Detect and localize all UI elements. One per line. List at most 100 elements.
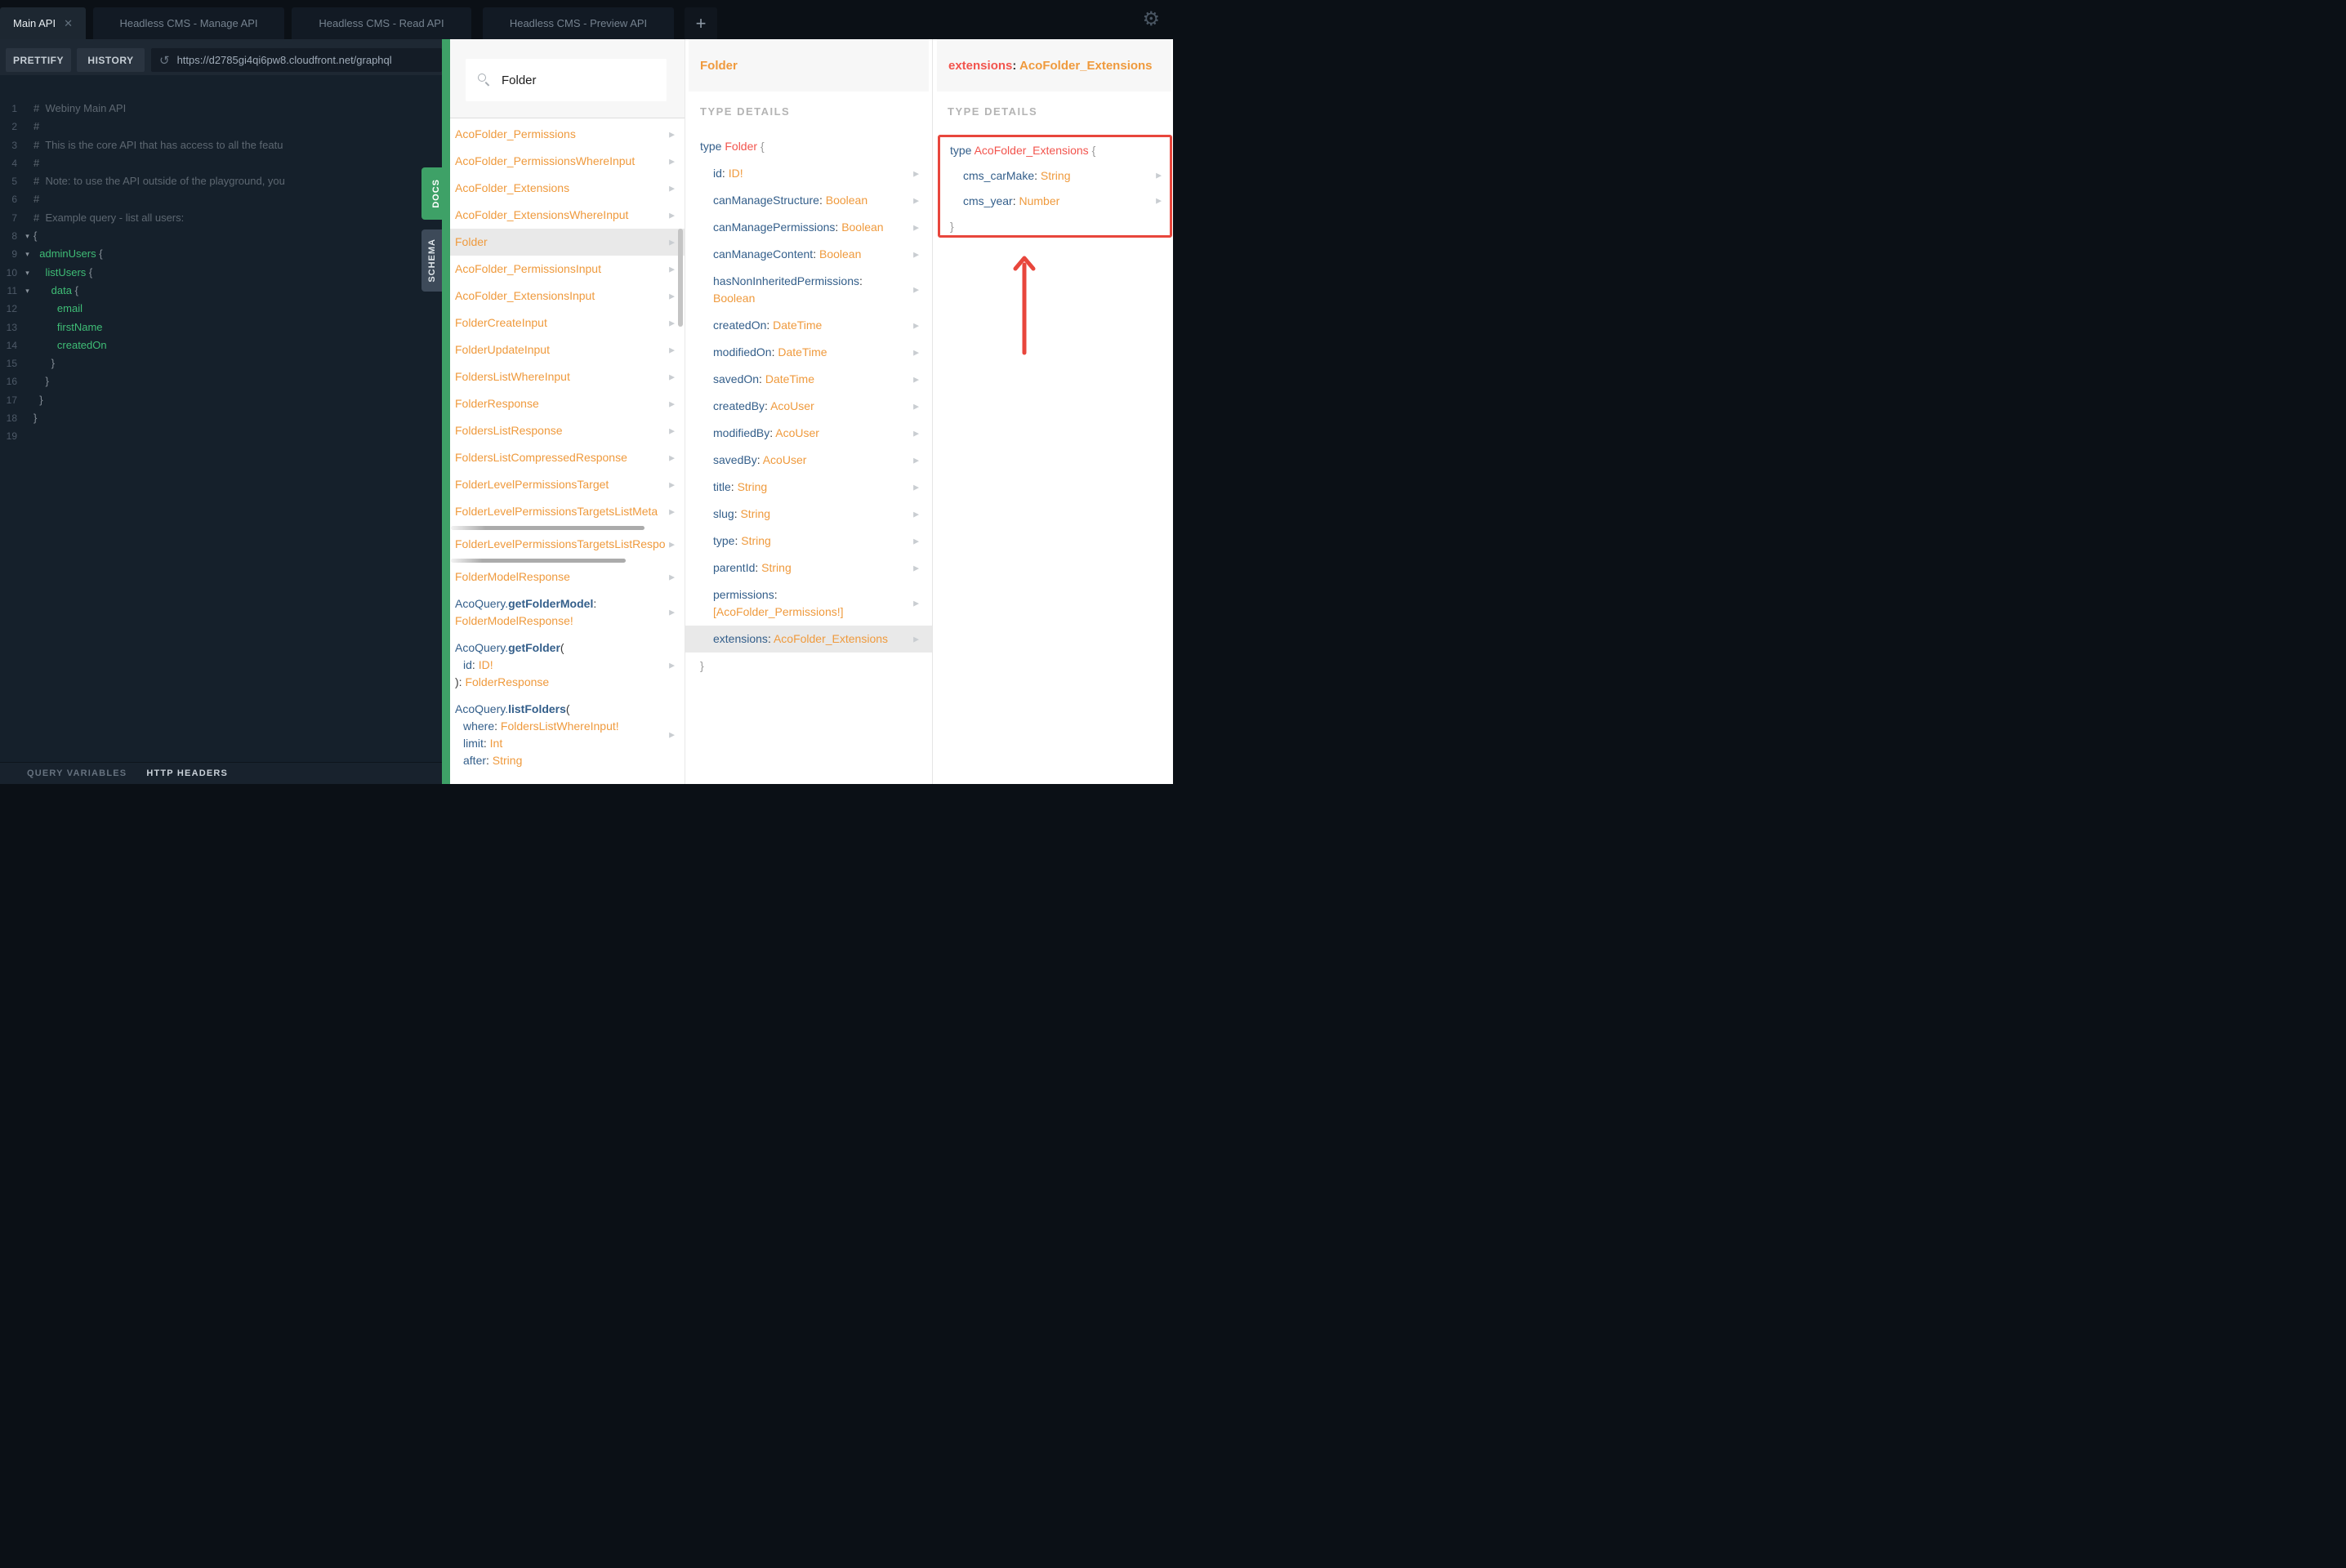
code-segment: #	[33, 120, 40, 133]
fold-arrow-icon[interactable]: ▾	[21, 245, 33, 263]
field-row[interactable]: parentId: String ▶	[685, 555, 932, 581]
docs-list-item[interactable]: AcoQuery.getFolder(id: ID!): FolderRespo…	[450, 635, 685, 696]
folder-field-list: type Folder {id: ID! ▶ canManageStructure:…	[685, 133, 932, 679]
tab-headless-cms-read-api[interactable]: Headless CMS - Read API	[292, 7, 471, 39]
docs-list-item[interactable]: Folder ▶	[450, 229, 685, 256]
docs-list-item[interactable]: AcoFolder_ExtensionsInput ▶	[450, 283, 685, 310]
fold-arrow-icon[interactable]: ▾	[21, 227, 33, 245]
vertical-scrollbar[interactable]	[678, 229, 683, 327]
code-line[interactable]: 7 # Example query - list all users:	[0, 209, 442, 227]
code-editor[interactable]: 1 # Webiny Main API 2 #3 # This is the core …	[0, 75, 442, 762]
query-variables-tab[interactable]: QUERY VARIABLES	[27, 768, 127, 778]
docs-list-item[interactable]: FolderLevelPermissionsTargetsListRespo ▶	[450, 531, 685, 558]
http-headers-tab[interactable]: HTTP HEADERS	[146, 768, 228, 778]
chevron-right-icon: ▶	[913, 169, 919, 177]
code-line[interactable]: 16 }	[0, 372, 442, 390]
field-row[interactable]: canManageContent: Boolean ▶	[685, 241, 932, 268]
field-row[interactable]: slug: String ▶	[685, 501, 932, 528]
field-row[interactable]: cms_carMake: String ▶	[940, 163, 1170, 188]
docs-list-item[interactable]: FolderLevelPermissionsTargetsListMeta ▶	[450, 498, 685, 525]
docs-list-item[interactable]: FolderCreateInput ▶	[450, 310, 685, 336]
endpoint-url-input[interactable]: ↺ https://d2785gi4qi6pw8.cloudfront.net/…	[151, 48, 442, 72]
docs-list-item[interactable]: FolderLevelPermissionsTarget ▶	[450, 471, 685, 498]
code-line[interactable]: 11 ▾ data {	[0, 282, 442, 300]
horizontal-scrollbar[interactable]	[450, 525, 685, 531]
code-line[interactable]: 10 ▾ listUsers {	[0, 264, 442, 282]
pane-divider[interactable]	[442, 39, 450, 784]
code-line[interactable]: 15 }	[0, 354, 442, 372]
code-line[interactable]: 5 # Note: to use the API outside of the p…	[0, 172, 442, 190]
docs-list-item[interactable]: FoldersListResponse ▶	[450, 417, 685, 444]
docs-tab[interactable]: DOCS	[421, 167, 450, 220]
code-line[interactable]: 14 createdOn	[0, 336, 442, 354]
docs-search-box[interactable]	[466, 59, 667, 101]
docs-list-item[interactable]: FoldersListCompressedResponse ▶	[450, 444, 685, 471]
docs-list-item[interactable]: AcoQuery.listFolders(where: FoldersListW…	[450, 696, 685, 774]
prettify-button[interactable]: PRETTIFY	[6, 48, 71, 72]
code-line[interactable]: 1 # Webiny Main API	[0, 100, 442, 118]
horizontal-scrollbar[interactable]	[450, 558, 685, 564]
fold-arrow-icon[interactable]: ▾	[21, 264, 33, 282]
chevron-right-icon: ▶	[913, 537, 919, 545]
docs-list-item[interactable]: AcoFolder_PermissionsWhereInput ▶	[450, 148, 685, 175]
history-button[interactable]: HISTORY	[77, 48, 145, 72]
reload-icon[interactable]: ↺	[159, 53, 170, 68]
docs-list-item[interactable]: FoldersListWhereInput ▶	[450, 363, 685, 390]
chevron-right-icon: ▶	[669, 426, 675, 434]
field-row[interactable]: extensions: AcoFolder_Extensions ▶	[685, 626, 932, 653]
tab-main-api[interactable]: Main API ✕	[0, 7, 86, 39]
fold-gutter	[21, 372, 33, 390]
code-line[interactable]: 3 # This is the core API that has access …	[0, 136, 442, 154]
docs-list-item[interactable]: FolderModelResponse ▶	[450, 564, 685, 590]
field-row[interactable]: canManageStructure: Boolean ▶	[685, 187, 932, 214]
code-line[interactable]: 9 ▾ adminUsers {	[0, 245, 442, 263]
line-number: 2	[11, 121, 17, 133]
new-tab-button[interactable]: +	[685, 7, 717, 39]
tab-headless-cms-manage-api[interactable]: Headless CMS - Manage API	[93, 7, 284, 39]
field-row[interactable]: hasNonInheritedPermissions: Boolean ▶	[685, 268, 932, 312]
docs-list-item[interactable]: AcoFolder_ExtensionsWhereInput ▶	[450, 202, 685, 229]
code-line[interactable]: 18}	[0, 409, 442, 427]
code-segment: ID!	[728, 167, 743, 180]
code-line[interactable]: 8 ▾{	[0, 227, 442, 245]
code-line[interactable]: 13 firstName	[0, 318, 442, 336]
field-row[interactable]: savedOn: DateTime ▶	[685, 366, 932, 393]
docs-list-item[interactable]: AcoFolder_Permissions ▶	[450, 121, 685, 148]
docs-list-item[interactable]: AcoFolder_Extensions ▶	[450, 175, 685, 202]
fold-arrow-icon[interactable]: ▾	[21, 282, 33, 300]
field-row[interactable]: id: ID! ▶	[685, 160, 932, 187]
field-row[interactable]: cms_year: Number ▶	[940, 188, 1170, 213]
folder-panel-header: Folder	[689, 39, 929, 91]
field-row[interactable]: }	[685, 653, 932, 679]
field-row[interactable]: title: String ▶	[685, 474, 932, 501]
field-row[interactable]: createdBy: AcoUser ▶	[685, 393, 932, 420]
field-row[interactable]: modifiedOn: DateTime ▶	[685, 339, 932, 366]
code-line[interactable]: 19	[0, 427, 442, 445]
row-line: }	[700, 657, 932, 675]
field-row[interactable]: permissions: [AcoFolder_Permissions!] ▶	[685, 581, 932, 626]
code-line[interactable]: 6 #	[0, 190, 442, 208]
docs-list-item[interactable]: AcoQuery.getFolderModel: FolderModelRespo…	[450, 590, 685, 635]
close-tab-icon[interactable]: ✕	[64, 17, 73, 30]
code-line[interactable]: 2 #	[0, 118, 442, 136]
field-row[interactable]: type: String ▶	[685, 528, 932, 555]
field-row[interactable]: }	[940, 213, 1170, 238]
code-line[interactable]: 4 #	[0, 154, 442, 172]
code-segment: AcoFolder_ExtensionsInput	[455, 289, 595, 302]
docs-list-item[interactable]: FolderUpdateInput ▶	[450, 336, 685, 363]
settings-gear-icon[interactable]: ⚙	[1142, 7, 1160, 33]
code-segment: where	[463, 719, 495, 733]
docs-list-item[interactable]: AcoFolder_PermissionsInput ▶	[450, 256, 685, 283]
field-row[interactable]: savedBy: AcoUser ▶	[685, 447, 932, 474]
field-row[interactable]: canManagePermissions: Boolean ▶	[685, 214, 932, 241]
code-line[interactable]: 17 }	[0, 391, 442, 409]
field-row[interactable]: type AcoFolder_Extensions {	[940, 137, 1170, 163]
docs-list-item[interactable]: FolderResponse ▶	[450, 390, 685, 417]
field-row[interactable]: type Folder {	[685, 133, 932, 160]
field-row[interactable]: createdOn: DateTime ▶	[685, 312, 932, 339]
field-row[interactable]: modifiedBy: AcoUser ▶	[685, 420, 932, 447]
search-input[interactable]	[500, 72, 663, 88]
schema-tab[interactable]: SCHEMA	[421, 229, 442, 292]
code-line[interactable]: 12 email	[0, 300, 442, 318]
tab-headless-cms-preview-api[interactable]: Headless CMS - Preview API	[483, 7, 674, 39]
